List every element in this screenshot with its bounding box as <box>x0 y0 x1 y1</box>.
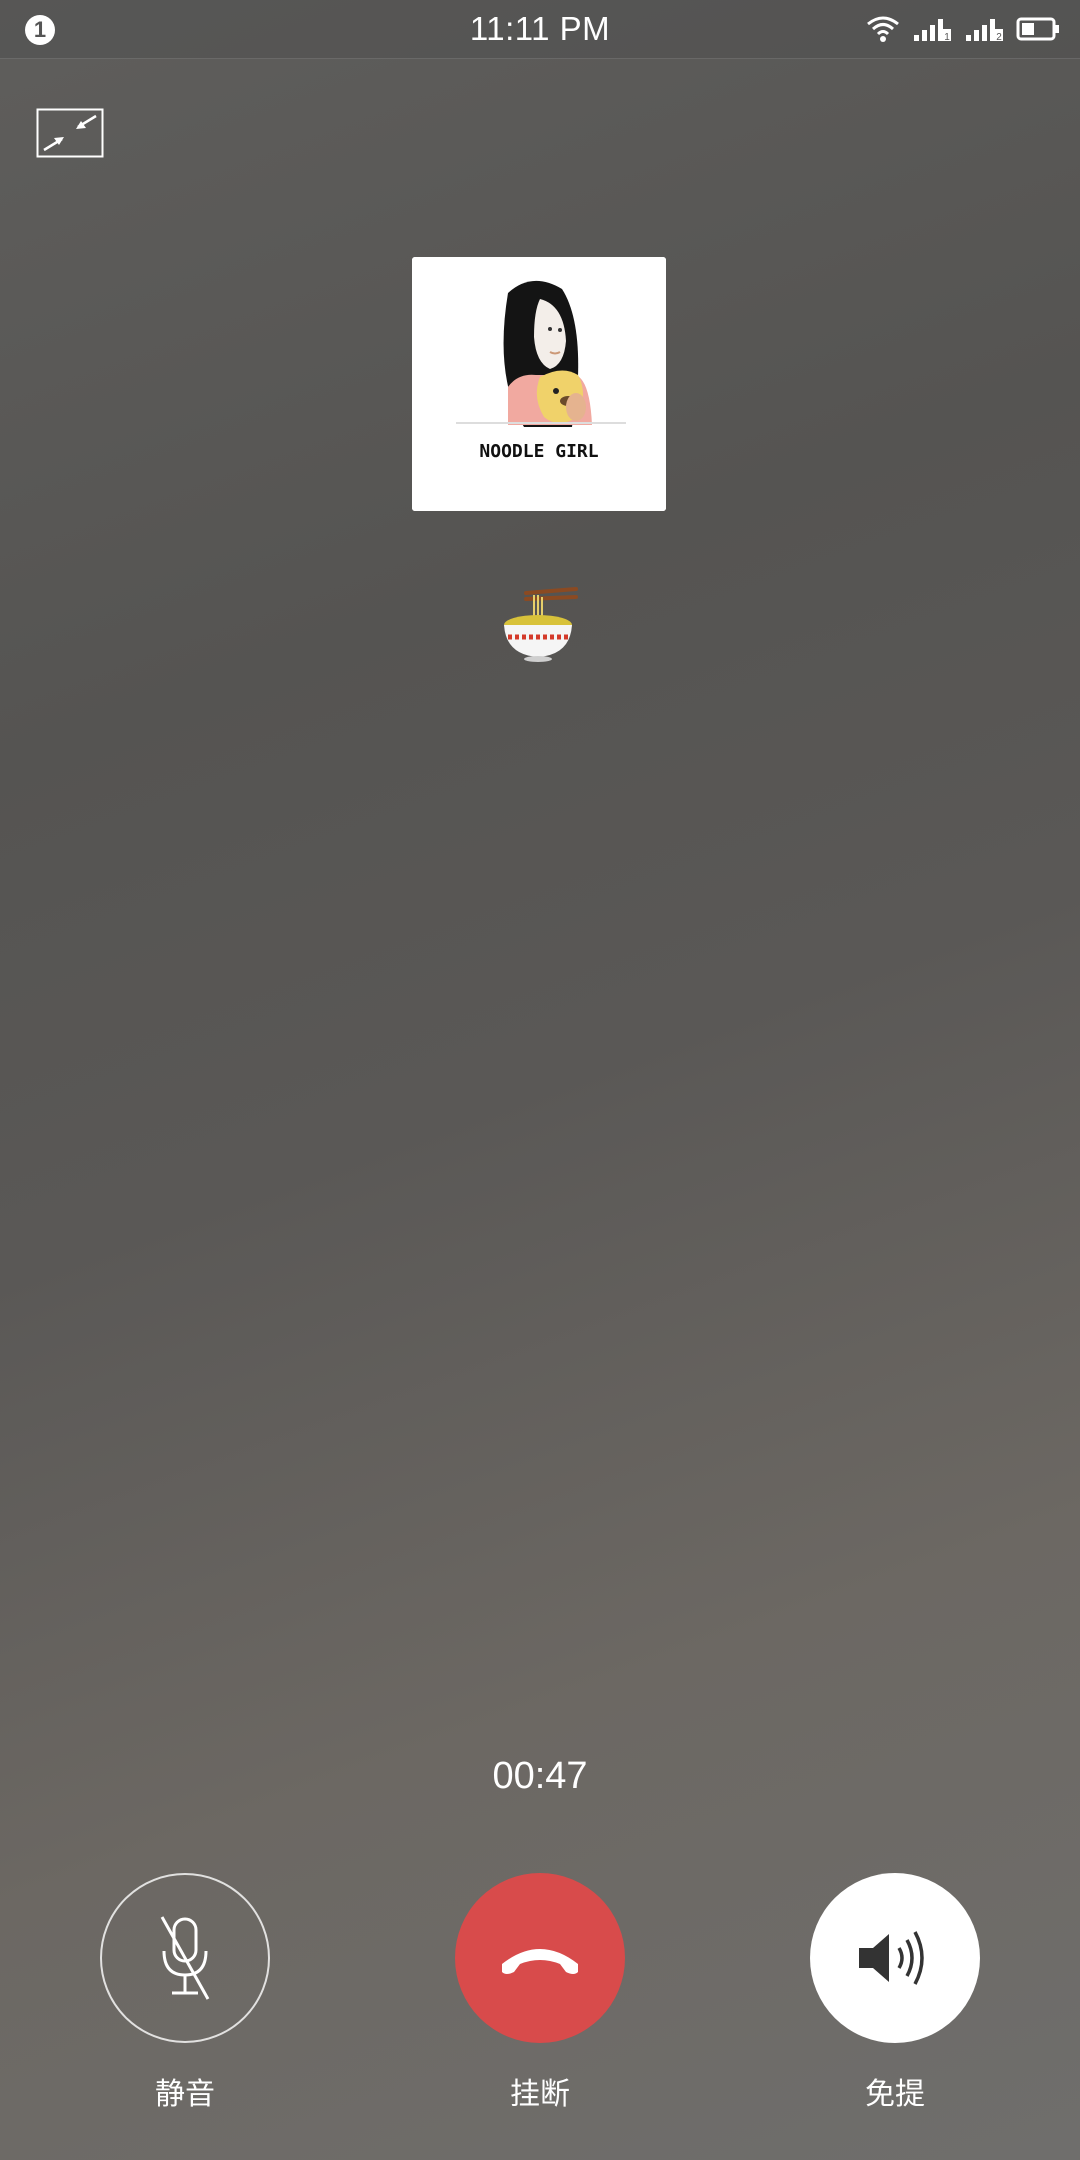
call-duration: 00:47 <box>492 1755 588 1797</box>
speaker-icon <box>859 1931 924 1985</box>
hangup-label: 挂断 <box>510 2077 570 2112</box>
signal-sim1-icon: 1 <box>914 19 951 43</box>
speaker-button[interactable]: 免提 <box>795 1873 995 2113</box>
status-icons: 1 2 <box>866 12 1060 46</box>
hangup-circle[interactable] <box>455 1873 625 2043</box>
mic-off-icon <box>160 1916 210 2000</box>
mute-circle[interactable] <box>100 1873 270 2043</box>
speaker-circle[interactable] <box>810 1873 980 2043</box>
contact-name: 🍜 <box>0 585 1080 665</box>
contact-avatar: NOODLE GIRL <box>412 257 666 511</box>
wifi-icon <box>867 16 899 42</box>
signal-sim2-icon: 2 <box>966 19 1003 43</box>
noodle-bowl-icon <box>504 587 578 662</box>
svg-text:2: 2 <box>996 32 1002 43</box>
avatar-caption: NOODLE GIRL <box>479 441 598 462</box>
mute-button[interactable]: 静音 <box>85 1873 285 2113</box>
status-bar: 1 11:11 PM 1 2 <box>0 0 1080 59</box>
minimize-call-button[interactable] <box>36 108 104 158</box>
hangup-button[interactable]: 挂断 <box>440 1873 640 2113</box>
speaker-label: 免提 <box>865 2077 925 2112</box>
minimize-icon <box>36 108 104 158</box>
battery-icon <box>1016 17 1059 41</box>
phone-hangup-icon <box>502 1949 578 1974</box>
svg-text:1: 1 <box>944 32 950 43</box>
call-controls: 静音 挂断 免提 <box>0 1873 1080 2133</box>
mute-label: 静音 <box>155 2077 215 2112</box>
